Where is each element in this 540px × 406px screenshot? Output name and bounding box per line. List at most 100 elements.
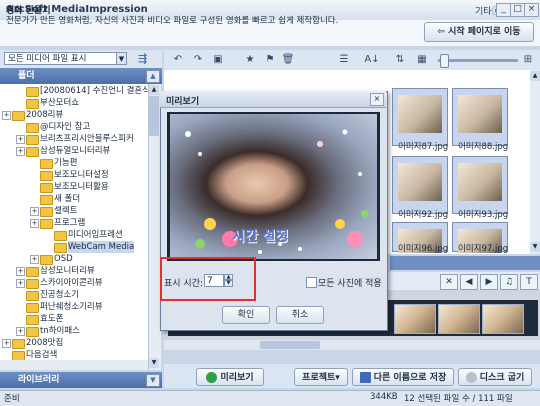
folder-icon (54, 231, 67, 241)
folder-label: 삼성모니터리뷰 (40, 266, 95, 276)
folder-icon (26, 315, 39, 325)
status-text: 준비 (4, 394, 20, 404)
highlight-annotation (160, 257, 256, 301)
scroll-up-icon[interactable]: ▲ (149, 85, 159, 95)
folder-label: 브리츠프리시안블루스피커 (40, 134, 134, 144)
folder-icon (54, 243, 67, 253)
folder-label: 진공청소기 (40, 290, 80, 300)
expand-icon[interactable]: + (30, 255, 39, 264)
expand-icon[interactable]: + (16, 267, 25, 276)
folder-label: 부산모터쇼 (40, 98, 80, 108)
cancel-button[interactable]: 취소 (276, 306, 324, 324)
music-icon[interactable]: ♫ (500, 274, 518, 290)
thumbnail[interactable] (392, 88, 448, 146)
thumbnail[interactable] (452, 156, 508, 214)
folder-label: 2008리뷰 (26, 110, 64, 120)
view-mode-icon[interactable]: ☰ (336, 52, 352, 67)
image-edit-icon[interactable]: ▣ (210, 52, 226, 67)
thumbnail[interactable] (452, 88, 508, 146)
collapse-up-icon[interactable]: ▲ (146, 70, 160, 83)
expand-icon[interactable]: + (30, 207, 39, 216)
storyboard-frame[interactable] (482, 304, 524, 334)
delete-icon[interactable]: 🗑 (280, 52, 296, 67)
folder-icon (26, 99, 39, 109)
expand-icon[interactable]: + (2, 111, 11, 120)
zoom-icon[interactable]: ⊞ (520, 52, 536, 67)
expand-icon[interactable]: + (16, 147, 25, 156)
folder-label: 2008맛집 (26, 338, 64, 348)
folder-icon (26, 87, 39, 97)
storyboard-scrollbar[interactable] (164, 340, 540, 350)
media-filter-select[interactable]: 모든 미디어 파일 표시 (4, 52, 124, 65)
folder-label: 셀렉트 (54, 206, 78, 216)
storyboard-scroll-thumb[interactable] (260, 341, 320, 349)
project-button[interactable]: 프로젝트▾ (294, 368, 348, 386)
folder-label: WebCam Media (68, 241, 135, 253)
zoom-slider-track[interactable] (438, 59, 518, 62)
folder-icon (40, 195, 53, 205)
filter-icon[interactable]: ⇅ (392, 52, 408, 67)
thumbnail-label: 이미지88.jpg (458, 142, 509, 152)
folder-icon (26, 147, 39, 157)
apply-all-checkbox[interactable] (306, 277, 317, 288)
thumbnail-label: 이미지92.jpg (398, 210, 449, 220)
thumbnail-label: 이미지93.jpg (458, 210, 509, 220)
zoom-slider-knob[interactable] (440, 54, 449, 68)
dialog-close-icon[interactable]: × (370, 93, 384, 106)
expand-icon[interactable]: + (16, 135, 25, 144)
tree-horizontal-scrollbar[interactable] (0, 360, 148, 370)
folder-label: 보조모니터활용 (54, 182, 109, 192)
start-page-button[interactable]: ⇦ 시작 페이지로 이동 (424, 22, 534, 42)
folder-label: 스카이아이콘리뷰 (40, 278, 103, 288)
add-text-icon[interactable]: T (520, 274, 538, 290)
rotate-left-icon[interactable]: ↶ (170, 52, 186, 67)
scroll-up-icon[interactable]: ▲ (530, 71, 540, 81)
folder-icon (26, 123, 39, 133)
status-selection-count: 12 선택된 파일 수 / 111 파일 (404, 394, 513, 404)
save-icon (359, 372, 371, 383)
close-button[interactable]: × (524, 3, 539, 17)
scroll-down-icon[interactable]: ▼ (149, 358, 159, 368)
sort-icon[interactable]: A↓ (364, 52, 380, 67)
folder-icon (12, 111, 25, 121)
folder-label: @디자인 참고 (40, 122, 91, 132)
expand-icon[interactable]: + (2, 339, 11, 348)
thumbnail[interactable] (392, 156, 448, 214)
thumbnail-size-icon[interactable]: ▦ (414, 52, 430, 67)
folder-tree[interactable]: [20080614] 수진언니 결혼식 부산모터쇼 +2008리뷰 @디자인 참고 + 브… (0, 84, 148, 370)
save-as-button[interactable]: 다른 이름으로 저장 (352, 368, 454, 386)
star-icon[interactable]: ★ (242, 52, 258, 67)
minimize-button[interactable]: _ (496, 3, 511, 17)
chevron-down-icon: ▾ (335, 373, 340, 383)
maximize-button[interactable]: □ (510, 3, 525, 17)
chevron-down-icon[interactable]: ▼ (116, 52, 127, 65)
library-header[interactable]: 라이브러리 (0, 372, 162, 388)
tag-icon[interactable]: ⚑ (262, 52, 278, 67)
burn-disc-button-label: 디스크 굽기 (479, 373, 525, 383)
expand-icon[interactable]: + (16, 279, 25, 288)
storyboard-frame[interactable] (438, 304, 480, 334)
scroll-down-icon[interactable]: ▼ (530, 242, 540, 252)
tree-scroll-thumb[interactable] (149, 96, 159, 136)
folder-icon (40, 207, 53, 217)
preview-caption: 시간 설정 (232, 229, 289, 245)
folder-label: OSD (54, 254, 73, 264)
ok-button[interactable]: 확인 (222, 306, 270, 324)
move-right-icon[interactable]: ▶ (480, 274, 498, 290)
folder-add-icon[interactable]: ⇶ (138, 52, 154, 65)
move-left-icon[interactable]: ◀ (460, 274, 478, 290)
preview-button-label: 미리보기 (220, 373, 254, 383)
folder-icon (40, 183, 53, 193)
rotate-right-icon[interactable]: ↷ (190, 52, 206, 67)
expand-icon[interactable]: + (16, 327, 25, 336)
gallery-scrollbar[interactable] (530, 70, 540, 254)
storyboard-frame[interactable] (394, 304, 436, 334)
delete-icon[interactable]: ✕ (440, 274, 458, 290)
preview-button[interactable]: 미리보기 (196, 368, 264, 386)
start-page-label: 시작 페이지로 이동 (448, 27, 521, 37)
folder-label: 프로그램 (54, 218, 86, 228)
folders-header[interactable]: 폴더 (0, 68, 162, 84)
expand-down-icon[interactable]: ▼ (146, 374, 160, 387)
burn-disc-button[interactable]: 디스크 굽기 (458, 368, 532, 386)
expand-icon[interactable]: + (30, 219, 39, 228)
